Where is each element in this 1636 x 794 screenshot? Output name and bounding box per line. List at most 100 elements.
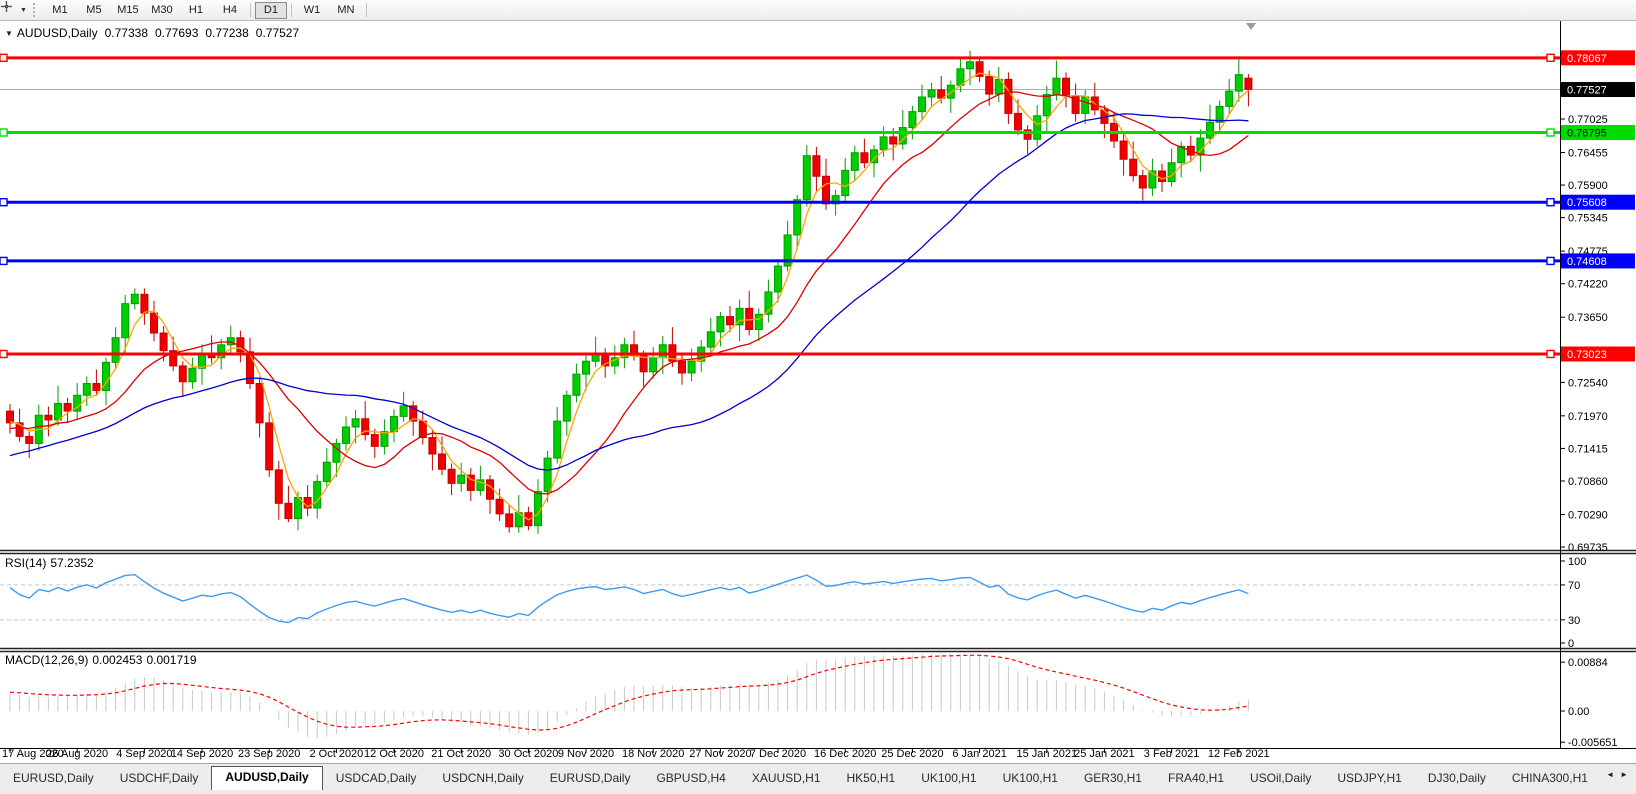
level-handle-right[interactable] xyxy=(1547,199,1554,206)
timeframe-m15[interactable]: M15 xyxy=(112,2,144,19)
tab-scroll-left-icon[interactable]: ◄ xyxy=(1606,770,1614,779)
level-handle-right[interactable] xyxy=(1547,257,1554,264)
tab-scroll-arrows: ◄ ► xyxy=(1594,770,1628,779)
candle-body xyxy=(381,432,388,447)
timeframe-m30[interactable]: M30 xyxy=(146,2,178,19)
price-tick-label: 0.73650 xyxy=(1568,312,1608,324)
candle-body xyxy=(707,332,714,347)
candle-body xyxy=(496,499,503,514)
timeframe-w1[interactable]: W1 xyxy=(296,2,328,19)
candle-body xyxy=(573,374,580,395)
chart-cursor-icon[interactable] xyxy=(2,2,20,18)
candle-body xyxy=(189,368,196,382)
date-label: 16 Dec 2020 xyxy=(814,748,876,760)
toolbar-divider xyxy=(366,3,367,17)
toolbar-caret-icon[interactable]: ▼ xyxy=(20,7,27,14)
tab-usdcad-daily[interactable]: USDCAD,Daily xyxy=(323,767,430,789)
candle-body xyxy=(928,90,935,97)
candle-body xyxy=(400,406,407,417)
timeframe-m5[interactable]: M5 xyxy=(78,2,110,19)
date-label: 18 Nov 2020 xyxy=(622,748,684,760)
tab-dj30-daily[interactable]: DJ30,Daily xyxy=(1415,767,1499,789)
candle-body xyxy=(371,435,378,447)
candle-body xyxy=(391,416,398,431)
candle-body xyxy=(890,137,897,144)
candle-body xyxy=(851,153,858,171)
tab-gbpusd-h4[interactable]: GBPUSD,H4 xyxy=(643,767,738,789)
tab-china300-h1[interactable]: CHINA300,H1 xyxy=(1499,767,1594,789)
tab-hk50-h1[interactable]: HK50,H1 xyxy=(834,767,909,789)
candle-body xyxy=(842,170,849,195)
candle-body xyxy=(7,411,14,423)
timeframe-h4[interactable]: H4 xyxy=(214,2,246,19)
candle-body xyxy=(458,475,465,483)
level-handle-right[interactable] xyxy=(1547,129,1554,136)
timeframe-m1[interactable]: M1 xyxy=(44,2,76,19)
price-tick-label: 0.71415 xyxy=(1568,443,1608,455)
candle-body xyxy=(650,358,657,372)
candle-body xyxy=(506,514,513,527)
candle-body xyxy=(314,482,321,508)
candle-body xyxy=(1130,159,1137,175)
date-label: 6 Jan 2021 xyxy=(952,748,1006,760)
candle-body xyxy=(122,304,129,338)
timeframe-h1[interactable]: H1 xyxy=(180,2,212,19)
date-label: 2 Oct 2020 xyxy=(309,748,363,760)
candle-body xyxy=(1015,113,1022,129)
candle-body xyxy=(285,503,292,518)
candle-body xyxy=(583,361,590,374)
timeframe-mn[interactable]: MN xyxy=(330,2,362,19)
tab-usoil-daily[interactable]: USOil,Daily xyxy=(1237,767,1324,789)
tab-audusd-daily[interactable]: AUDUSD,Daily xyxy=(211,766,322,790)
tab-usdcnh-daily[interactable]: USDCNH,Daily xyxy=(429,767,536,789)
tab-xauusd-h1[interactable]: XAUUSD,H1 xyxy=(739,767,834,789)
price-tick-label: 0.69735 xyxy=(1568,542,1608,554)
level-handle-left[interactable] xyxy=(0,199,7,206)
candle-body xyxy=(141,294,148,313)
date-label: 27 Nov 2020 xyxy=(689,748,751,760)
date-label: 14 Sep 2020 xyxy=(171,748,233,760)
timeframe-buttons: M1M5M15M30H1H4 D1 W1MN xyxy=(43,2,363,19)
tab-eurusd-daily[interactable]: EURUSD,Daily xyxy=(0,767,107,789)
date-label: 3 Feb 2021 xyxy=(1144,748,1200,760)
date-label: 15 Jan 2021 xyxy=(1017,748,1078,760)
candle-body xyxy=(256,384,263,423)
tab-scroll-right-icon[interactable]: ► xyxy=(1620,770,1628,779)
candle-body xyxy=(343,427,350,443)
tab-eurusd-daily[interactable]: EURUSD,Daily xyxy=(537,767,644,789)
tab-uk100-h1[interactable]: UK100,H1 xyxy=(990,767,1071,789)
candle-body xyxy=(563,395,570,421)
level-handle-left[interactable] xyxy=(0,257,7,264)
level-handle-left[interactable] xyxy=(0,129,7,136)
level-price-badge: 0.76795 xyxy=(1567,128,1607,140)
candle-body xyxy=(803,156,810,200)
candle-body xyxy=(448,469,455,483)
tab-fra40-h1[interactable]: FRA40,H1 xyxy=(1155,767,1237,789)
candle-body xyxy=(1082,97,1089,113)
tab-ger30-h1[interactable]: GER30,H1 xyxy=(1071,767,1155,789)
candle-body xyxy=(131,294,138,303)
price-tick-label: 0.75900 xyxy=(1568,180,1608,192)
tab-uk100-h1[interactable]: UK100,H1 xyxy=(908,767,989,789)
candle-body xyxy=(179,366,186,382)
level-handle-left[interactable] xyxy=(0,54,7,61)
rsi-axis-label: 0 xyxy=(1568,638,1574,650)
candle-body xyxy=(487,480,494,499)
timeframe-d1[interactable]: D1 xyxy=(255,2,287,19)
date-label: 9 Nov 2020 xyxy=(558,748,614,760)
candle-body xyxy=(26,436,33,443)
symbol-tabs: EURUSD,DailyUSDCHF,DailyAUDUSD,DailyUSDC… xyxy=(0,766,1594,790)
level-handle-right[interactable] xyxy=(1547,350,1554,357)
candle-body xyxy=(83,384,90,396)
price-tick-label: 0.74220 xyxy=(1568,279,1608,291)
level-handle-left[interactable] xyxy=(0,350,7,357)
candle-body xyxy=(64,403,71,411)
tab-usdchf-daily[interactable]: USDCHF,Daily xyxy=(107,767,212,789)
price-tick-label: 0.71970 xyxy=(1568,411,1608,423)
tab-usdjpy-h1[interactable]: USDJPY,H1 xyxy=(1324,767,1414,789)
candle-body xyxy=(688,361,695,373)
candle-body xyxy=(1120,141,1127,159)
toolbar-divider xyxy=(250,3,251,17)
level-handle-right[interactable] xyxy=(1547,54,1554,61)
candle-body xyxy=(1216,106,1223,122)
